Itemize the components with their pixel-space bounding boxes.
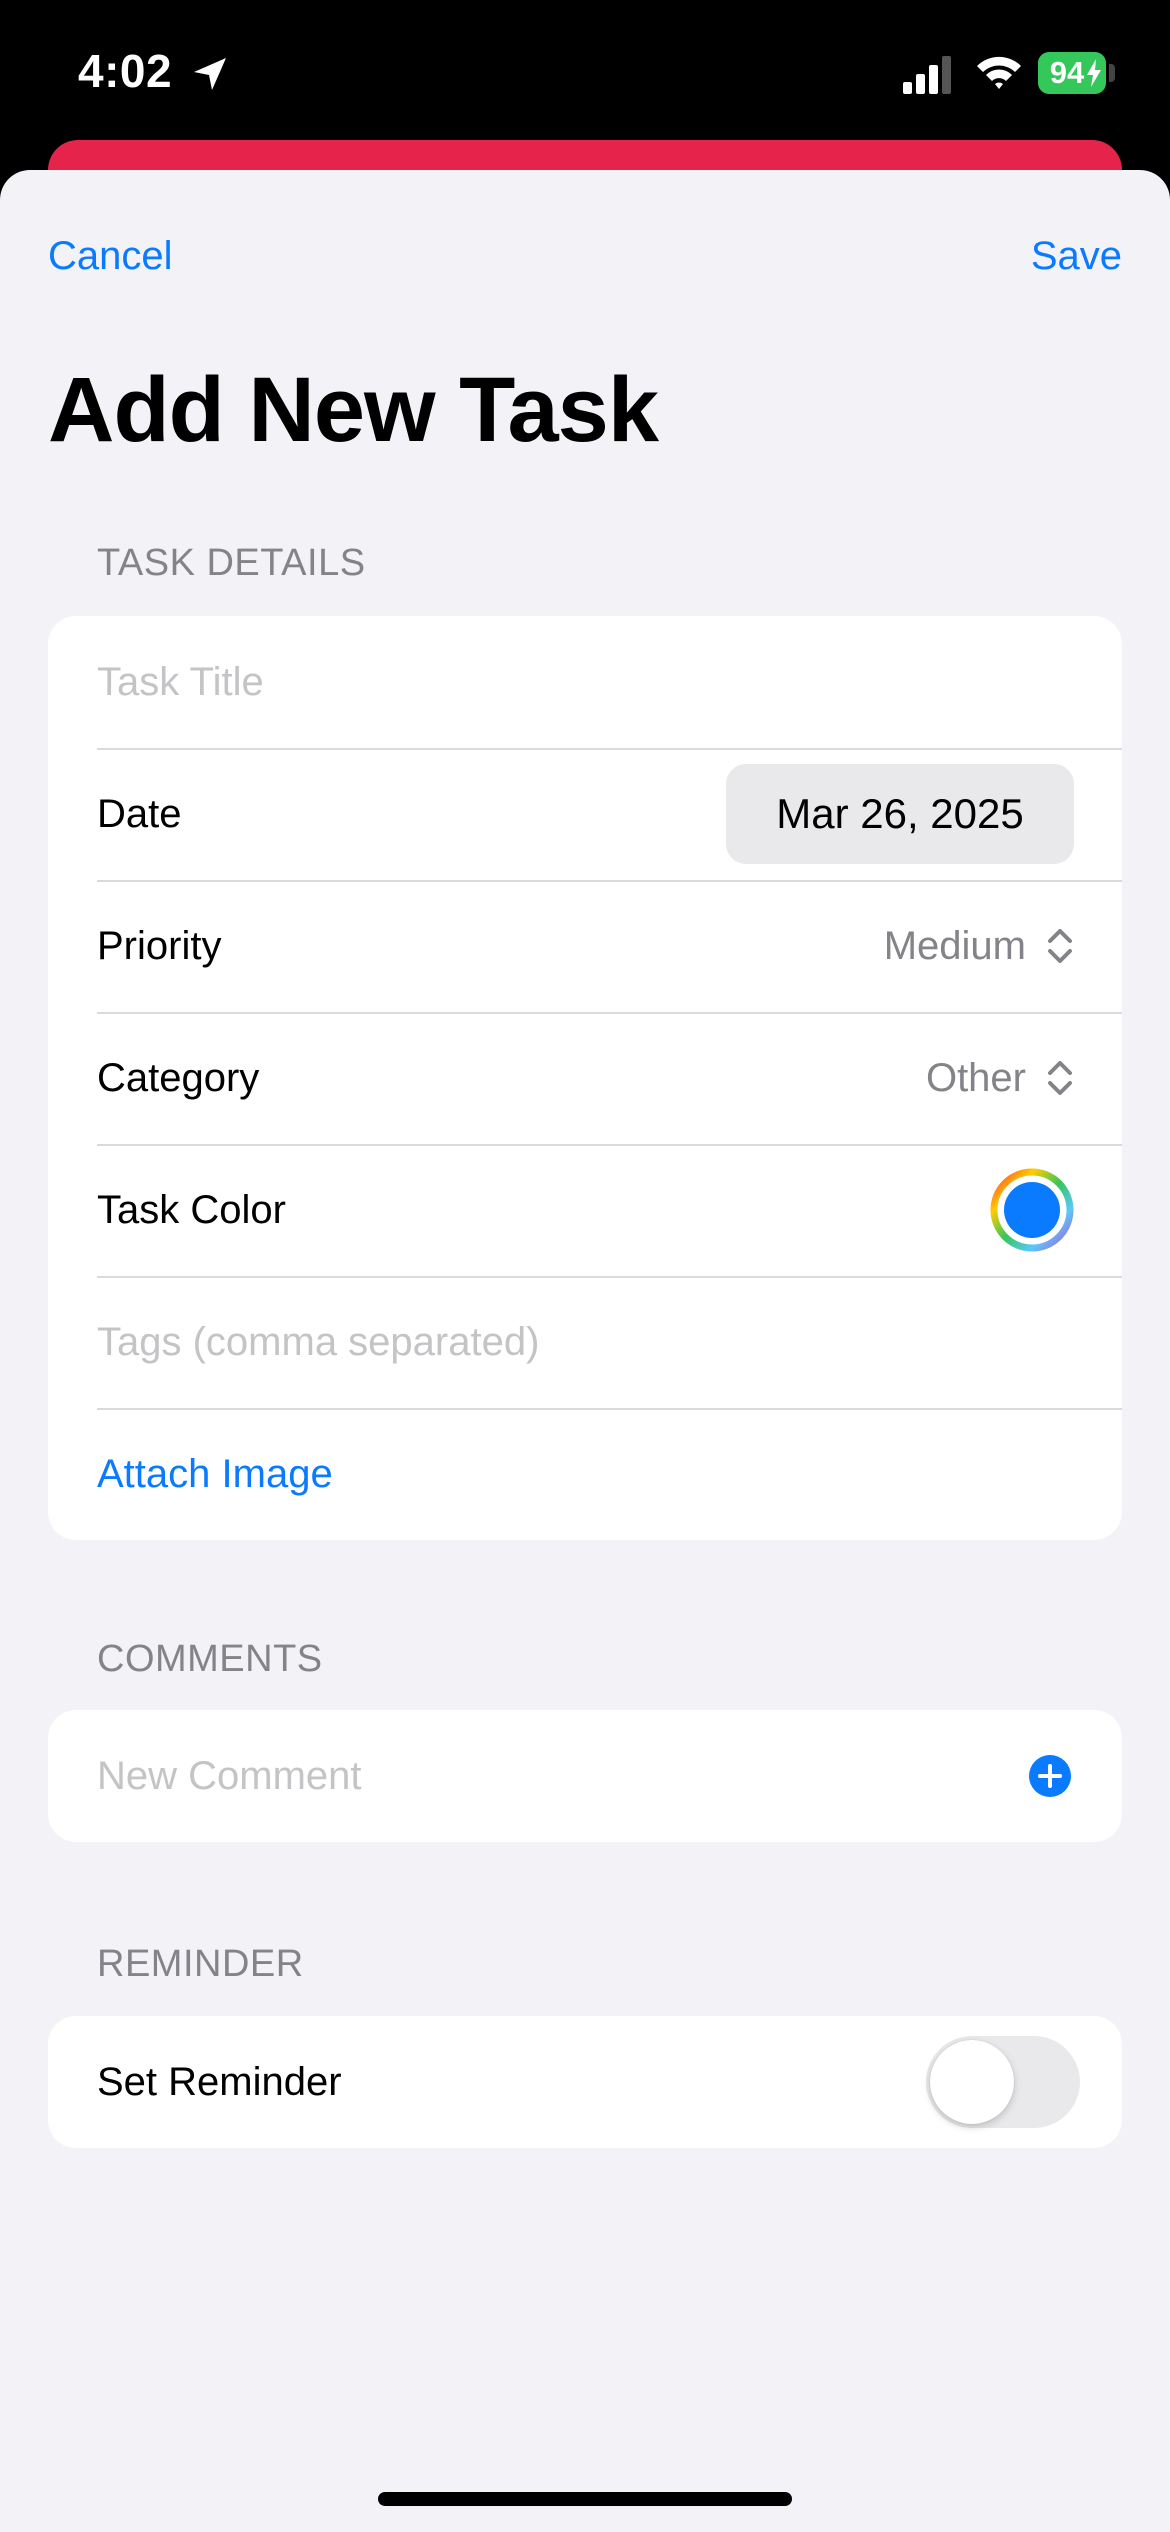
task-details-group: Task Title Date Mar 26, 2025 Priority Me… [48,616,1122,1540]
date-picker-button[interactable]: Mar 26, 2025 [726,764,1074,864]
chevron-updown-icon [1048,1061,1072,1095]
priority-value[interactable]: Medium [884,880,1026,1012]
comments-header: COMMENTS [97,1638,323,1680]
battery-cap [1109,64,1115,82]
date-label: Date [97,792,182,836]
battery-indicator: 94 [1038,52,1106,94]
new-comment-field[interactable]: New Comment [48,1710,1122,1842]
save-button[interactable]: Save [1031,234,1122,279]
reminder-toggle[interactable] [926,2036,1080,2128]
priority-label: Priority [97,924,222,968]
task-details-header: TASK DETAILS [97,542,366,584]
new-comment-placeholder[interactable]: New Comment [97,1710,362,1842]
wifi-icon [977,56,1021,89]
cancel-button[interactable]: Cancel [48,234,173,279]
home-indicator[interactable] [378,2492,792,2506]
category-row[interactable]: Category Other [48,1012,1122,1144]
reminder-group: Set Reminder [48,2016,1122,2148]
category-label: Category [97,1056,260,1100]
comments-group: New Comment [48,1710,1122,1842]
task-title-placeholder[interactable]: Task Title [97,616,264,748]
battery-bolt-icon [1087,59,1101,87]
tags-placeholder[interactable]: Tags (comma separated) [97,1276,539,1408]
set-reminder-label: Set Reminder [97,2060,342,2104]
priority-row[interactable]: Priority Medium [48,880,1122,1012]
set-reminder-row: Set Reminder [48,2016,1122,2148]
category-value[interactable]: Other [926,1012,1026,1144]
cellular-signal-icon [903,56,951,94]
attach-image-row[interactable]: Attach Image [48,1408,1122,1540]
task-color-label: Task Color [97,1188,286,1232]
location-arrow-icon [194,58,226,90]
task-title-field[interactable]: Task Title [48,616,1122,748]
page-title: Add New Task [48,359,659,461]
status-bar: 4:02 94 [0,0,1170,150]
add-task-sheet: Cancel Save Add New Task TASK DETAILS Ta… [0,170,1170,2532]
task-color-row: Task Color [48,1144,1122,1276]
toggle-knob [930,2040,1014,2124]
attach-image-button[interactable]: Attach Image [97,1408,333,1540]
plus-circle-icon[interactable] [1029,1755,1071,1797]
date-row: Date Mar 26, 2025 [48,748,1122,880]
tags-field[interactable]: Tags (comma separated) [48,1276,1122,1408]
status-time: 4:02 [78,45,173,97]
chevron-updown-icon [1048,929,1072,963]
color-wheel-icon[interactable] [990,1168,1074,1252]
reminder-header: REMINDER [97,1943,304,1985]
